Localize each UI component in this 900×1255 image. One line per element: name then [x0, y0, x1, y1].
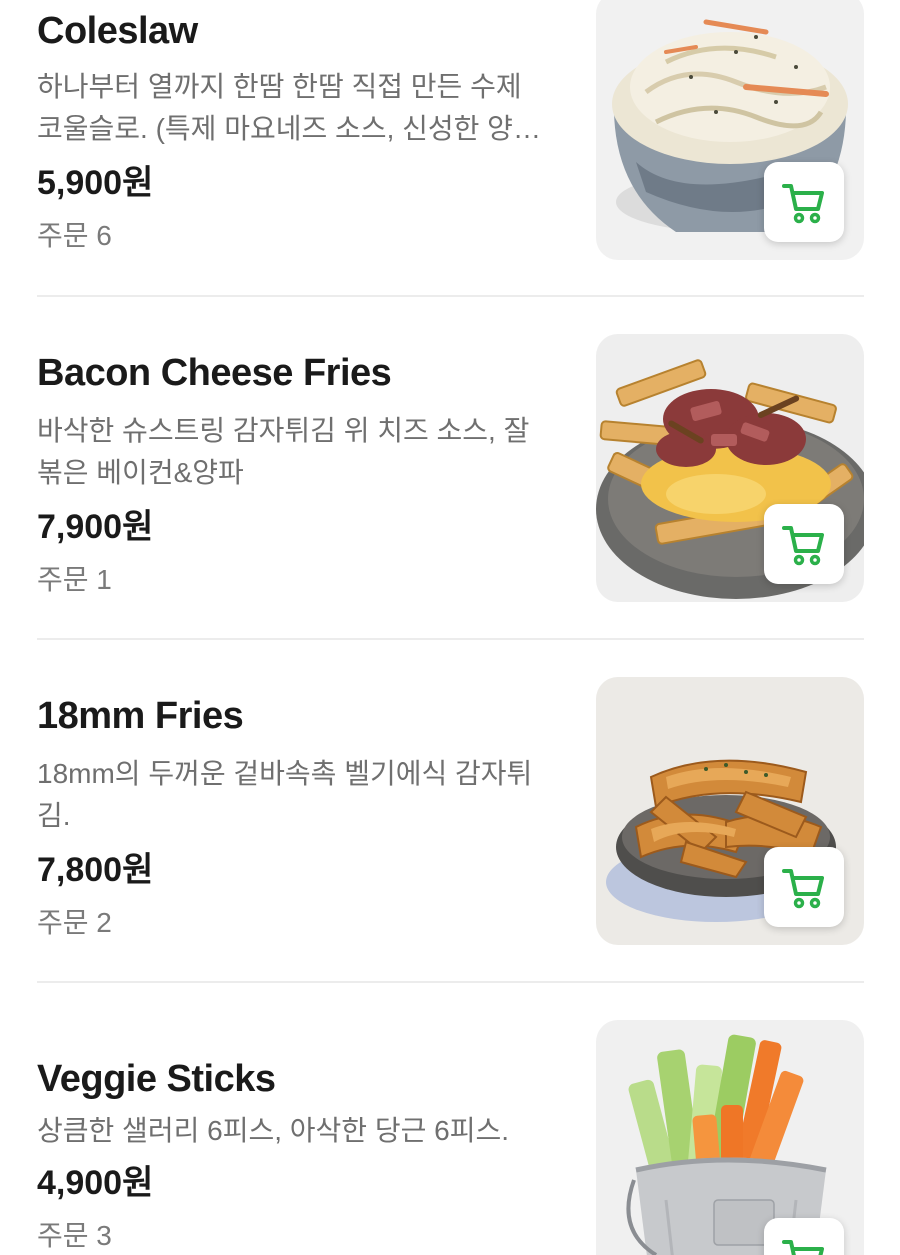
item-name: Bacon Cheese Fries [37, 352, 392, 394]
shopping-cart-icon [781, 179, 827, 225]
shopping-cart-icon [781, 864, 827, 910]
item-price: 5,900원 [37, 164, 154, 202]
item-description: 상큼한 샐러리 6피스, 아삭한 당근 6피스. [37, 1115, 510, 1146]
divider [37, 981, 864, 983]
item-name: Coleslaw [37, 10, 198, 52]
veggie-sticks-photo[interactable] [596, 1020, 864, 1255]
item-name: Veggie Sticks [37, 1058, 276, 1100]
menu-item-text: Veggie Sticks 상큼한 샐러리 6피스, 아삭한 당근 6피스. 4… [37, 1056, 557, 1254]
18mm-fries-photo[interactable] [596, 677, 864, 945]
item-price: 7,800원 [37, 851, 154, 889]
add-to-cart-button[interactable] [764, 162, 844, 242]
menu-item-text: Bacon Cheese Fries 바삭한 슈스트링 감자튀김 위 치즈 소스… [37, 350, 557, 598]
item-name: 18mm Fries [37, 695, 244, 737]
menu-item-text: Coleslaw 하나부터 열까지 한땀 한땀 직접 만든 수제 코울슬로. (… [37, 8, 557, 254]
item-order-count: 주문 3 [37, 1220, 112, 1251]
divider [37, 295, 864, 297]
item-order-count: 주문 1 [37, 564, 112, 595]
add-to-cart-button[interactable] [764, 504, 844, 584]
shopping-cart-icon [781, 521, 827, 567]
item-order-count: 주문 2 [37, 907, 112, 938]
item-price: 4,900원 [37, 1164, 154, 1202]
item-price: 7,900원 [37, 508, 154, 546]
add-to-cart-button[interactable] [764, 847, 844, 927]
shopping-cart-icon [781, 1235, 827, 1255]
menu-item-text: 18mm Fries 18mm의 두꺼운 겉바속촉 벨기에식 감자튀김. 7,8… [37, 693, 557, 941]
add-to-cart-button[interactable] [764, 1218, 844, 1255]
divider [37, 638, 864, 640]
coleslaw-photo[interactable] [596, 0, 864, 260]
item-order-count: 주문 6 [37, 220, 112, 251]
item-description: 하나부터 열까지 한땀 한땀 직접 만든 수제 코울슬로. (특제 마요네즈 소… [37, 71, 539, 144]
menu-list: Coleslaw 하나부터 열까지 한땀 한땀 직접 만든 수제 코울슬로. (… [0, 0, 900, 1255]
item-description: 18mm의 두꺼운 겉바속촉 벨기에식 감자튀김. [37, 758, 533, 831]
item-description: 바삭한 슈스트링 감자튀김 위 치즈 소스, 잘 볶은 베이컨&양파 [37, 415, 530, 488]
bacon-cheese-fries-photo[interactable] [596, 334, 864, 602]
